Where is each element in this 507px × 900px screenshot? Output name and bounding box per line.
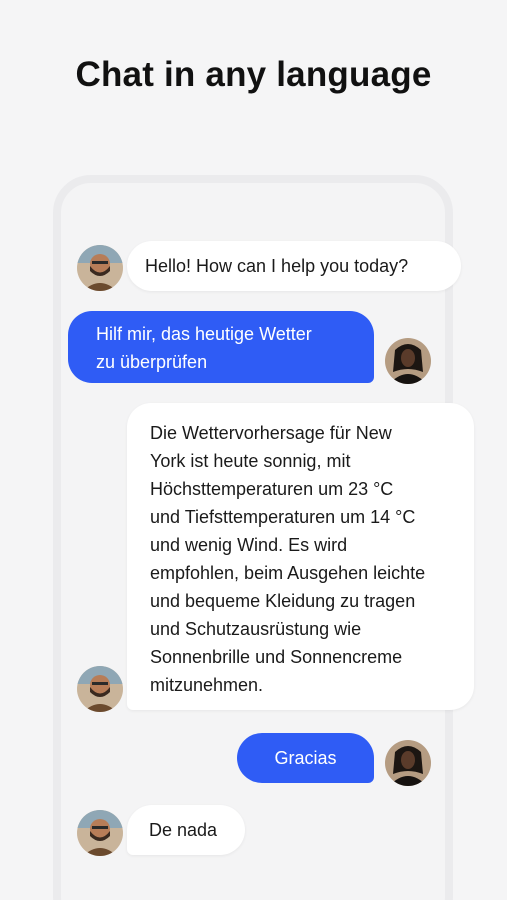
user-avatar-icon — [385, 338, 431, 384]
chat-message-user-2: Gracias — [237, 733, 374, 783]
chat-message-user-1: Hilf mir, das heutige Wetter zu überprüf… — [68, 311, 374, 383]
user-avatar-icon — [385, 740, 431, 786]
bot-avatar-icon — [77, 666, 123, 712]
screen: Chat in any language Hello! How can I he… — [0, 0, 507, 900]
chat-message-text: Die Wettervorhersage für New York ist he… — [150, 423, 426, 695]
chat-message-text: Hilf mir, das heutige Wetter zu überprüf… — [96, 324, 312, 372]
chat-message-bot-1: Hello! How can I help you today? — [127, 241, 461, 291]
chat-message-bot-3: De nada — [127, 805, 245, 855]
bot-avatar-icon — [77, 810, 123, 856]
chat-message-text: Gracias — [274, 748, 337, 768]
chat-message-bot-2: Die Wettervorhersage für New York ist he… — [127, 403, 474, 710]
chat-message-text: De nada — [149, 820, 218, 840]
headline: Chat in any language — [75, 55, 432, 94]
chat-message-text: Hello! How can I help you today? — [145, 256, 409, 276]
bot-avatar-icon — [77, 245, 123, 291]
